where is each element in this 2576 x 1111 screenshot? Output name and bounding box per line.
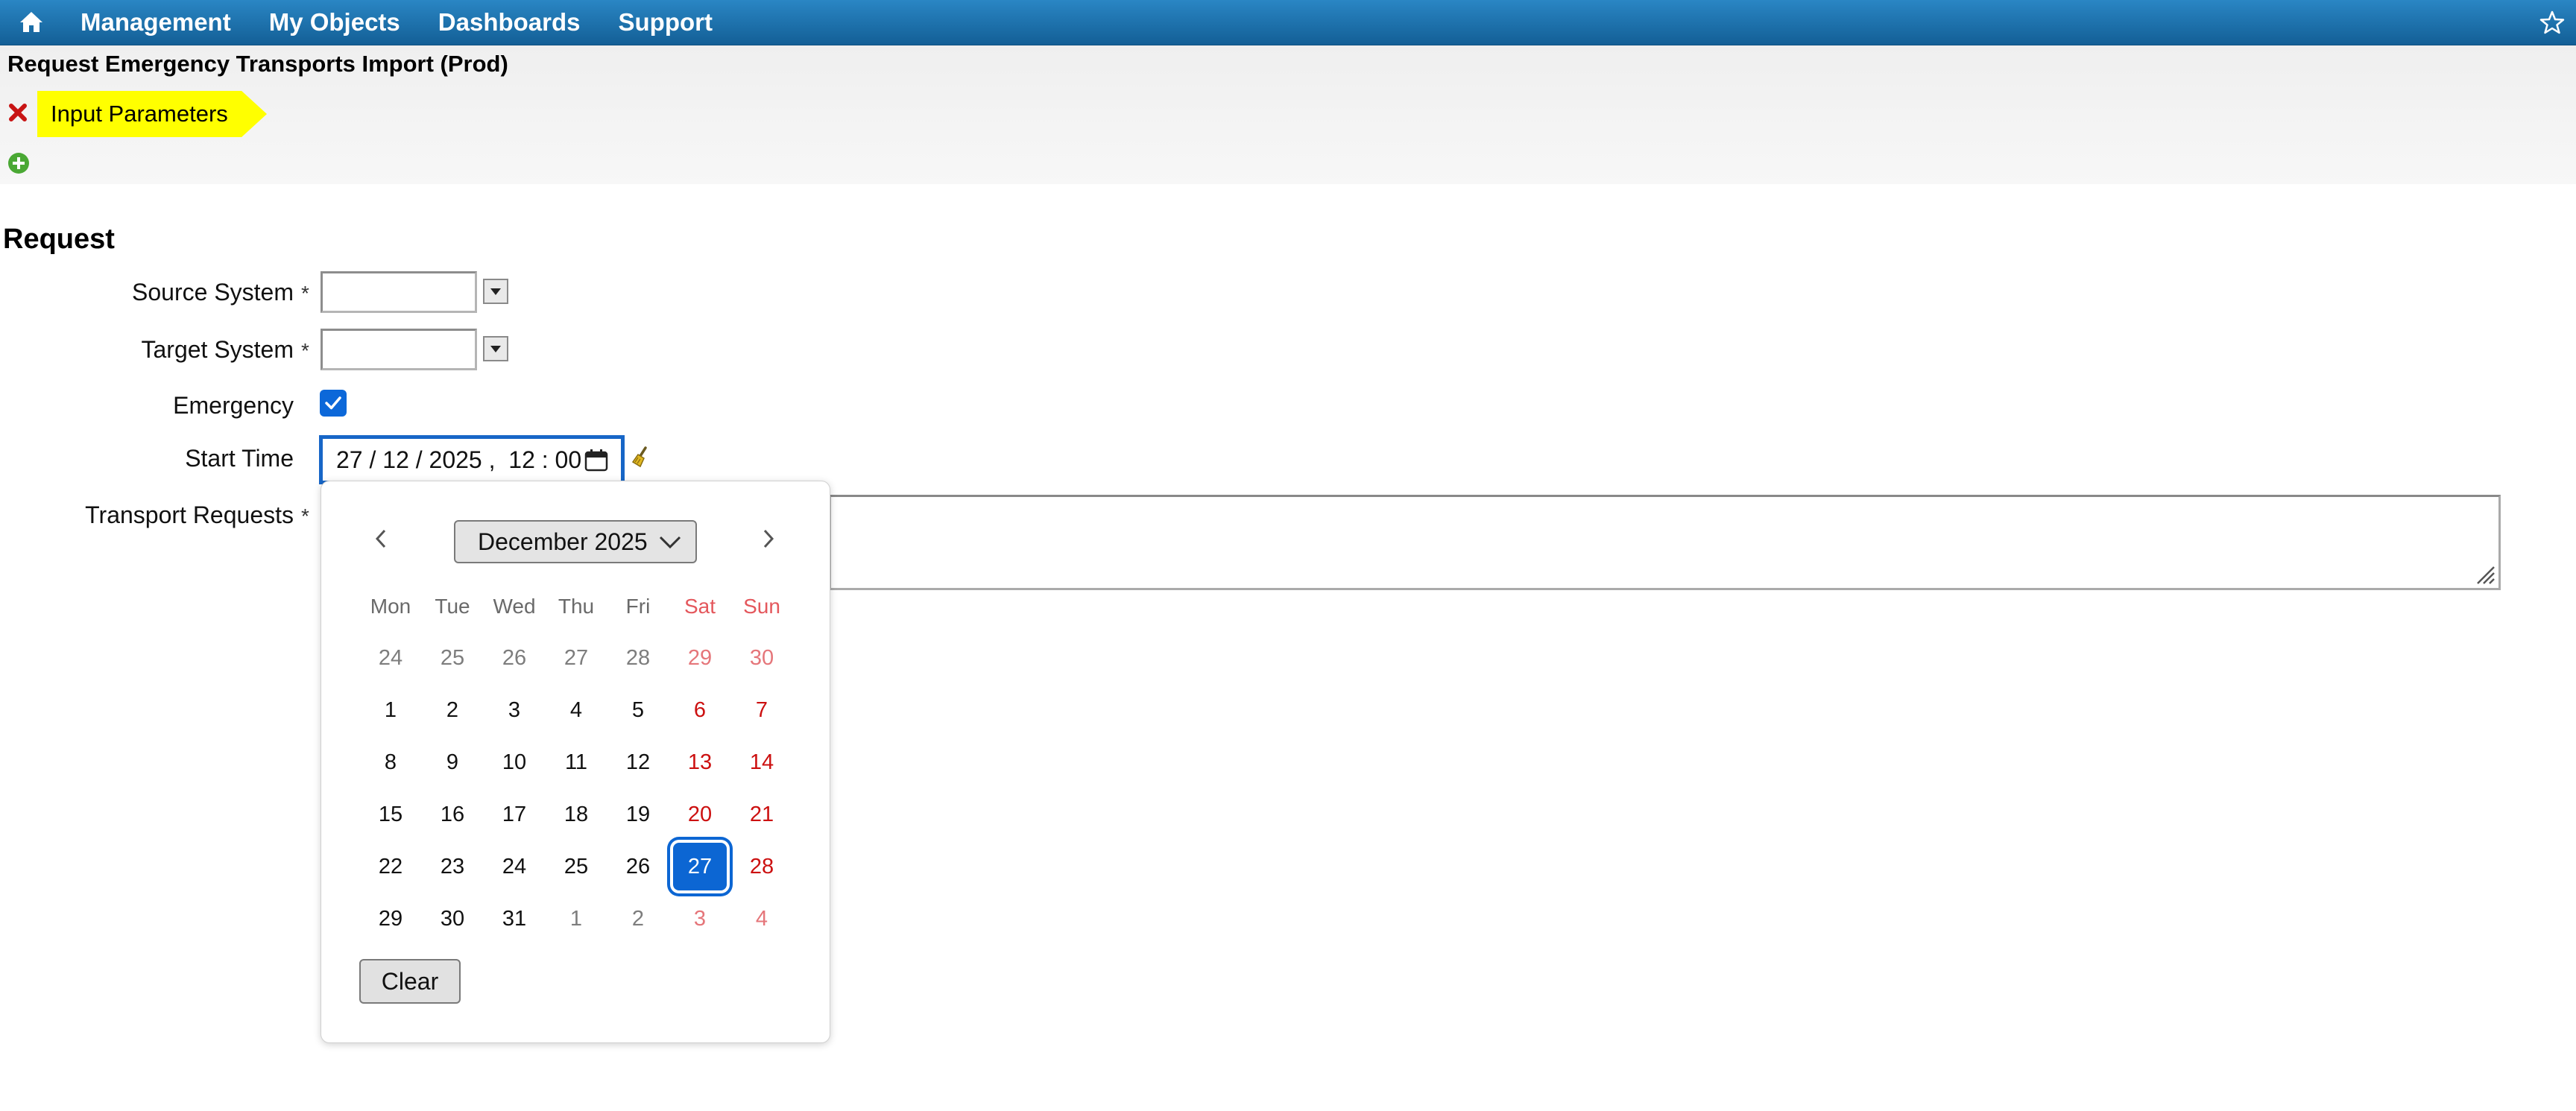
calendar-day[interactable]: 20 xyxy=(673,792,727,837)
calendar-day-selected[interactable]: 27 xyxy=(673,843,727,890)
calendar-day[interactable]: 13 xyxy=(673,740,727,785)
target-system-input[interactable] xyxy=(321,329,477,370)
start-time-label: Start Time xyxy=(185,445,294,472)
calendar-day[interactable]: 6 xyxy=(673,688,727,732)
calendar-day[interactable]: 4 xyxy=(549,688,603,732)
calendar-day[interactable]: 1 xyxy=(549,896,603,941)
remove-icon[interactable] xyxy=(7,102,28,123)
calendar-day[interactable]: 24 xyxy=(364,636,417,680)
calendar-day[interactable]: 4 xyxy=(735,896,789,941)
calendar-day[interactable]: 12 xyxy=(611,740,665,785)
weekday-header: Sun xyxy=(743,595,780,618)
weekday-header: Wed xyxy=(493,595,536,618)
calendar-day[interactable]: 3 xyxy=(487,688,541,732)
date-picker-popup: December 2025 Mon Tue Wed Thu Fri Sat Su… xyxy=(321,481,830,1043)
calendar-day[interactable]: 3 xyxy=(673,896,727,941)
calendar-day[interactable]: 28 xyxy=(611,636,665,680)
month-year-select[interactable]: December 2025 xyxy=(454,520,697,563)
chevron-left-icon[interactable] xyxy=(370,528,393,550)
calendar-day[interactable]: 15 xyxy=(364,792,417,837)
menu-item-management[interactable]: Management xyxy=(80,8,231,37)
target-system-label: Target System xyxy=(141,336,294,363)
calendar-day[interactable]: 25 xyxy=(426,636,479,680)
calendar-day[interactable]: 9 xyxy=(426,740,479,785)
calendar-day[interactable]: 27 xyxy=(549,636,603,680)
resize-grip-icon[interactable] xyxy=(2473,563,2496,585)
required-marker: * xyxy=(301,282,309,305)
add-icon[interactable] xyxy=(7,152,30,174)
transport-requests-textarea[interactable] xyxy=(829,495,2501,590)
section-title: Request xyxy=(3,224,115,255)
calendar-day[interactable]: 2 xyxy=(611,896,665,941)
weekday-header: Thu xyxy=(558,595,595,618)
calendar-day[interactable]: 26 xyxy=(487,636,541,680)
checkmark-icon xyxy=(325,396,341,410)
calendar-day[interactable]: 19 xyxy=(611,792,665,837)
weekday-header: Mon xyxy=(370,595,411,618)
source-system-dropdown-button[interactable] xyxy=(483,279,508,304)
calendar-day[interactable]: 8 xyxy=(364,740,417,785)
calendar-day[interactable]: 22 xyxy=(364,844,417,889)
calendar-day[interactable]: 17 xyxy=(487,792,541,837)
calendar-day[interactable]: 2 xyxy=(426,688,479,732)
calendar-day[interactable]: 28 xyxy=(735,844,789,889)
start-time-value: 27 / 12 / 2025 , 12 : 00 xyxy=(336,446,582,473)
home-icon[interactable] xyxy=(16,7,46,37)
calendar-icon[interactable] xyxy=(584,449,609,472)
triangle-down-icon xyxy=(490,288,501,295)
source-system-label: Source System xyxy=(132,279,294,306)
weekday-header: Sat xyxy=(684,595,716,618)
clear-value-broom-icon[interactable] xyxy=(631,446,653,468)
calendar-day[interactable]: 29 xyxy=(673,636,727,680)
source-system-input[interactable] xyxy=(321,271,477,313)
calendar-day[interactable]: 11 xyxy=(549,740,603,785)
menu-item-dashboards[interactable]: Dashboards xyxy=(438,8,581,37)
triangle-down-icon xyxy=(490,345,501,352)
menu-item-my-objects[interactable]: My Objects xyxy=(269,8,400,37)
calendar-day[interactable]: 14 xyxy=(735,740,789,785)
target-system-dropdown-button[interactable] xyxy=(483,336,508,361)
calendar-day[interactable]: 30 xyxy=(735,636,789,680)
main-menu: Management My Objects Dashboards Support xyxy=(80,0,713,45)
calendar-day[interactable]: 24 xyxy=(487,844,541,889)
calendar-day[interactable]: 23 xyxy=(426,844,479,889)
menu-item-support[interactable]: Support xyxy=(619,8,713,37)
required-marker: * xyxy=(301,504,309,528)
weekday-header: Fri xyxy=(625,595,651,618)
calendar-day[interactable]: 18 xyxy=(549,792,603,837)
calendar-day[interactable]: 30 xyxy=(426,896,479,941)
top-navigation-bar: Management My Objects Dashboards Support xyxy=(0,0,2576,45)
required-marker: * xyxy=(301,339,309,362)
start-time-input[interactable]: 27 / 12 / 2025 , 12 : 00 xyxy=(319,435,625,484)
calendar-day[interactable]: 21 xyxy=(735,792,789,837)
chevron-right-icon[interactable] xyxy=(757,528,779,550)
emergency-label: Emergency xyxy=(173,392,294,419)
calendar-day[interactable]: 26 xyxy=(611,844,665,889)
calendar-day[interactable]: 10 xyxy=(487,740,541,785)
star-icon[interactable] xyxy=(2539,9,2566,36)
clear-button[interactable]: Clear xyxy=(359,959,461,1004)
transport-requests-label: Transport Requests xyxy=(85,501,294,528)
input-parameters-tag[interactable]: Input Parameters xyxy=(37,91,267,137)
emergency-checkbox[interactable] xyxy=(320,390,347,417)
calendar-day[interactable]: 25 xyxy=(549,844,603,889)
calendar-day[interactable]: 1 xyxy=(364,688,417,732)
calendar-day[interactable]: 5 xyxy=(611,688,665,732)
calendar-day[interactable]: 29 xyxy=(364,896,417,941)
month-year-label: December 2025 xyxy=(478,528,648,555)
page-title: Request Emergency Transports Import (Pro… xyxy=(7,51,508,77)
weekday-header: Tue xyxy=(435,595,470,618)
calendar-day[interactable]: 31 xyxy=(487,896,541,941)
calendar-day[interactable]: 16 xyxy=(426,792,479,837)
calendar-day[interactable]: 7 xyxy=(735,688,789,732)
chevron-down-icon xyxy=(659,536,681,549)
